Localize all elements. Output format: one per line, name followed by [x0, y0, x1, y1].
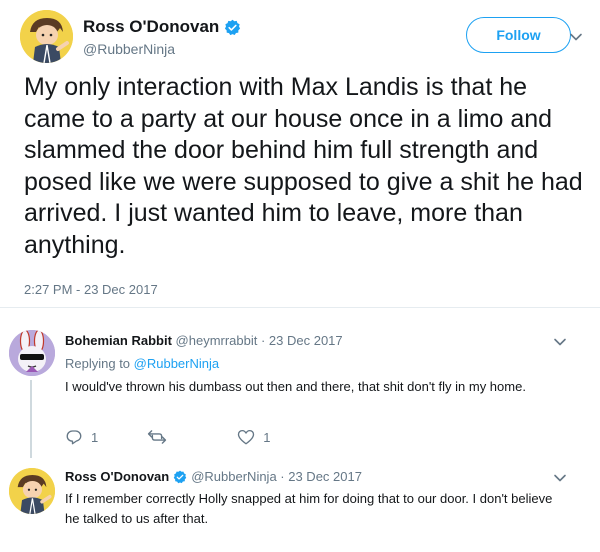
reply-text: If I remember correctly Holly snapped at…	[65, 491, 553, 526]
author-name-text[interactable]: Ross O'Donovan	[83, 17, 219, 37]
divider	[0, 307, 600, 308]
author-avatar[interactable]	[20, 10, 73, 63]
reply-actions: 1 1	[65, 428, 270, 446]
tweet-header: Ross O'Donovan @RubberNinja Follow	[20, 8, 588, 66]
reply-author-name[interactable]: Ross O'Donovan	[65, 469, 169, 484]
reply-icon	[65, 428, 83, 446]
author-block: Ross O'Donovan @RubberNinja	[83, 17, 241, 57]
chevron-down-icon[interactable]	[569, 30, 583, 44]
replying-to-label: Replying to	[65, 356, 134, 371]
like-count: 1	[263, 429, 271, 445]
replying-to: Replying to @RubberNinja	[65, 356, 219, 371]
author-handle[interactable]: @RubberNinja	[83, 41, 241, 57]
chevron-down-icon[interactable]	[553, 335, 567, 349]
verified-badge-icon	[224, 19, 241, 36]
reply-author-name[interactable]: Bohemian Rabbit	[65, 333, 172, 348]
thread-line	[30, 380, 32, 458]
verified-badge-icon	[173, 470, 187, 484]
reply-count: 1	[91, 429, 99, 445]
reply-header: Bohemian Rabbit @heymrrabbit · 23 Dec 20…	[65, 333, 343, 348]
reply-header: Ross O'Donovan @RubberNinja · 23 Dec 201…	[65, 469, 362, 484]
tweet-text: My only interaction with Max Landis is t…	[24, 73, 583, 259]
author-name[interactable]: Ross O'Donovan	[83, 17, 241, 37]
retweet-action[interactable]	[147, 428, 175, 446]
reply-avatar[interactable]	[9, 330, 55, 376]
replying-to-mention[interactable]: @RubberNinja	[134, 356, 219, 371]
tweet-timestamp[interactable]: 2:27 PM - 23 Dec 2017	[24, 282, 158, 297]
like-icon	[237, 428, 255, 446]
reply-text: I would've thrown his dumbass out then a…	[65, 379, 526, 394]
follow-button[interactable]: Follow	[466, 17, 571, 53]
retweet-icon	[147, 428, 167, 446]
reply-avatar[interactable]	[9, 468, 55, 514]
reply-meta[interactable]: @RubberNinja · 23 Dec 2017	[191, 469, 362, 484]
reply-action[interactable]: 1	[65, 428, 98, 446]
reply-meta[interactable]: @heymrrabbit · 23 Dec 2017	[176, 333, 343, 348]
like-action[interactable]: 1	[237, 428, 270, 446]
chevron-down-icon[interactable]	[553, 471, 567, 485]
